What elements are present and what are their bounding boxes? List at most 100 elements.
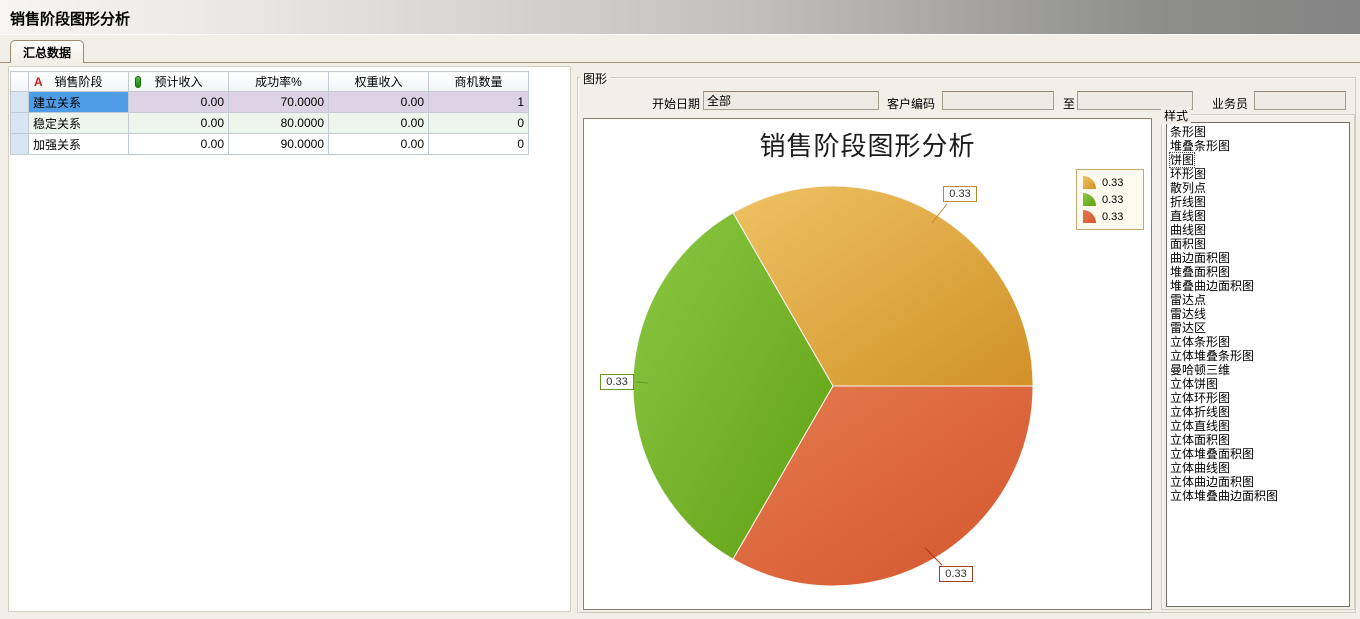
app-window: 销售阶段图形分析 汇总数据 A 销售阶段 预计收入 成功率% — [0, 0, 1360, 619]
legend-label: 0.33 — [1102, 211, 1123, 223]
style-item-stacked-area[interactable]: 堆叠面积图 — [1167, 265, 1349, 279]
slice-callout-2: 0.33 — [939, 566, 973, 582]
cell-expected-income[interactable]: 0.00 — [129, 113, 229, 134]
style-item-polyline[interactable]: 折线图 — [1167, 195, 1349, 209]
style-item-label: 雷达区 — [1170, 321, 1206, 335]
legend-entry: 0.33 — [1083, 174, 1137, 191]
style-item-3d-bar[interactable]: 立体条形图 — [1167, 335, 1349, 349]
style-item-label: 立体折线图 — [1170, 405, 1230, 419]
style-item-label: 曼哈顿三维 — [1170, 363, 1230, 377]
cell-weighted-income[interactable]: 0.00 — [329, 134, 429, 155]
style-item-label: 条形图 — [1170, 125, 1206, 139]
row-indicator[interactable] — [11, 134, 29, 155]
salesman-input[interactable] — [1254, 91, 1346, 110]
page-title: 销售阶段图形分析 — [10, 8, 130, 29]
cell-success-rate[interactable]: 80.0000 — [229, 113, 329, 134]
style-item-3d-curve[interactable]: 立体曲线图 — [1167, 461, 1349, 475]
column-header-success-rate-label: 成功率% — [255, 75, 302, 89]
cell-stage[interactable]: 稳定关系 — [29, 113, 129, 134]
tab-strip-divider — [0, 62, 1360, 63]
style-item-label: 散列点 — [1170, 181, 1206, 195]
style-item-3d-curved-area[interactable]: 立体曲边面积图 — [1167, 475, 1349, 489]
row-indicator[interactable] — [11, 113, 29, 134]
style-item-label: 立体曲边面积图 — [1170, 475, 1254, 489]
cell-stage[interactable]: 建立关系 — [29, 92, 129, 113]
style-item-3d-stacked-bar[interactable]: 立体堆叠条形图 — [1167, 349, 1349, 363]
style-item-label: 立体堆叠条形图 — [1170, 349, 1254, 363]
style-item-label: 雷达线 — [1170, 307, 1206, 321]
start-date-input[interactable] — [703, 91, 879, 110]
style-item-curve[interactable]: 曲线图 — [1167, 223, 1349, 237]
cell-weighted-income[interactable]: 0.00 — [329, 113, 429, 134]
style-item-area[interactable]: 面积图 — [1167, 237, 1349, 251]
column-header-success-rate[interactable]: 成功率% — [229, 72, 329, 92]
style-item-stacked-curved-area[interactable]: 堆叠曲边面积图 — [1167, 279, 1349, 293]
cell-weighted-income[interactable]: 0.00 — [329, 92, 429, 113]
row-indicator-header — [11, 72, 29, 92]
tab-summary-data[interactable]: 汇总数据 — [10, 40, 84, 63]
table-row[interactable]: 稳定关系 0.00 80.0000 0.00 0 — [11, 113, 529, 134]
cell-expected-income[interactable]: 0.00 — [129, 92, 229, 113]
style-item-label: 立体条形图 — [1170, 335, 1230, 349]
style-item-3d-stacked-area[interactable]: 立体堆叠面积图 — [1167, 447, 1349, 461]
legend-label: 0.33 — [1102, 177, 1123, 189]
style-item-3d-donut[interactable]: 立体环形图 — [1167, 391, 1349, 405]
filter-pill-icon — [135, 76, 141, 88]
to-label: 至 — [1063, 95, 1075, 112]
column-header-stage[interactable]: A 销售阶段 — [29, 72, 129, 92]
column-header-opportunity-count[interactable]: 商机数量 — [429, 72, 529, 92]
cell-success-rate[interactable]: 70.0000 — [229, 92, 329, 113]
style-item-bar[interactable]: 条形图 — [1167, 125, 1349, 139]
chart-legend: 0.33 0.33 0.33 — [1076, 169, 1144, 230]
style-item-radar-point[interactable]: 雷达点 — [1167, 293, 1349, 307]
column-header-weighted-income[interactable]: 权重收入 — [329, 72, 429, 92]
style-item-3d-pie[interactable]: 立体饼图 — [1167, 377, 1349, 391]
style-item-3d-line[interactable]: 立体直线图 — [1167, 419, 1349, 433]
cell-success-rate[interactable]: 90.0000 — [229, 134, 329, 155]
slice-callout-1: 0.33 — [600, 374, 634, 390]
style-item-3d-polyline[interactable]: 立体折线图 — [1167, 405, 1349, 419]
title-bar: 销售阶段图形分析 — [0, 0, 1360, 35]
style-item-radar-area[interactable]: 雷达区 — [1167, 321, 1349, 335]
slice-callout-0: 0.33 — [943, 186, 977, 202]
row-indicator[interactable] — [11, 92, 29, 113]
style-item-3d-area[interactable]: 立体面积图 — [1167, 433, 1349, 447]
style-item-label: 立体环形图 — [1170, 391, 1230, 405]
cell-opportunity-count[interactable]: 0 — [429, 134, 529, 155]
legend-label: 0.33 — [1102, 194, 1123, 206]
style-groupbox-label: 样式 — [1161, 107, 1191, 124]
style-item-label: 雷达点 — [1170, 293, 1206, 307]
table-header-row: A 销售阶段 预计收入 成功率% 权重收入 商机数量 — [11, 72, 529, 92]
legend-entry: 0.33 — [1083, 191, 1137, 208]
cell-opportunity-count[interactable]: 1 — [429, 92, 529, 113]
style-item-3d-stacked-curved-area[interactable]: 立体堆叠曲边面积图 — [1167, 489, 1349, 503]
style-item-label: 立体堆叠面积图 — [1170, 447, 1254, 461]
style-item-line[interactable]: 直线图 — [1167, 209, 1349, 223]
table-row[interactable]: 加强关系 0.00 90.0000 0.00 0 — [11, 134, 529, 155]
style-item-pie-selected[interactable]: 饼图 — [1167, 153, 1349, 167]
style-item-scatter[interactable]: 散列点 — [1167, 181, 1349, 195]
style-item-label: 立体饼图 — [1170, 377, 1218, 391]
style-item-label: 立体堆叠曲边面积图 — [1170, 489, 1278, 503]
column-header-weighted-income-label: 权重收入 — [354, 75, 402, 89]
style-item-stacked-bar[interactable]: 堆叠条形图 — [1167, 139, 1349, 153]
style-item-label: 曲边面积图 — [1170, 251, 1230, 265]
chart-style-listbox: 条形图 堆叠条形图 饼图 环形图 散列点 折线图 直线图 曲线图 面积图 曲边面… — [1166, 122, 1350, 607]
customer-code-input[interactable] — [942, 91, 1054, 110]
style-item-label: 直线图 — [1170, 209, 1206, 223]
style-item-label: 折线图 — [1170, 195, 1206, 209]
chart-panel: 销售阶段图形分析 0.33 0.33 0.33 — [583, 118, 1152, 610]
cell-stage[interactable]: 加强关系 — [29, 134, 129, 155]
legend-swatch-2 — [1083, 210, 1096, 223]
salesman-label: 业务员 — [1212, 95, 1248, 112]
style-item-label: 立体直线图 — [1170, 419, 1230, 433]
style-item-manhattan-3d[interactable]: 曼哈顿三维 — [1167, 363, 1349, 377]
style-item-donut[interactable]: 环形图 — [1167, 167, 1349, 181]
column-header-expected-income[interactable]: 预计收入 — [129, 72, 229, 92]
style-item-radar-line[interactable]: 雷达线 — [1167, 307, 1349, 321]
cell-opportunity-count[interactable]: 0 — [429, 113, 529, 134]
style-item-curved-area[interactable]: 曲边面积图 — [1167, 251, 1349, 265]
cell-expected-income[interactable]: 0.00 — [129, 134, 229, 155]
tab-summary-data-label: 汇总数据 — [23, 44, 71, 61]
table-row-selected[interactable]: 建立关系 0.00 70.0000 0.00 1 — [11, 92, 529, 113]
